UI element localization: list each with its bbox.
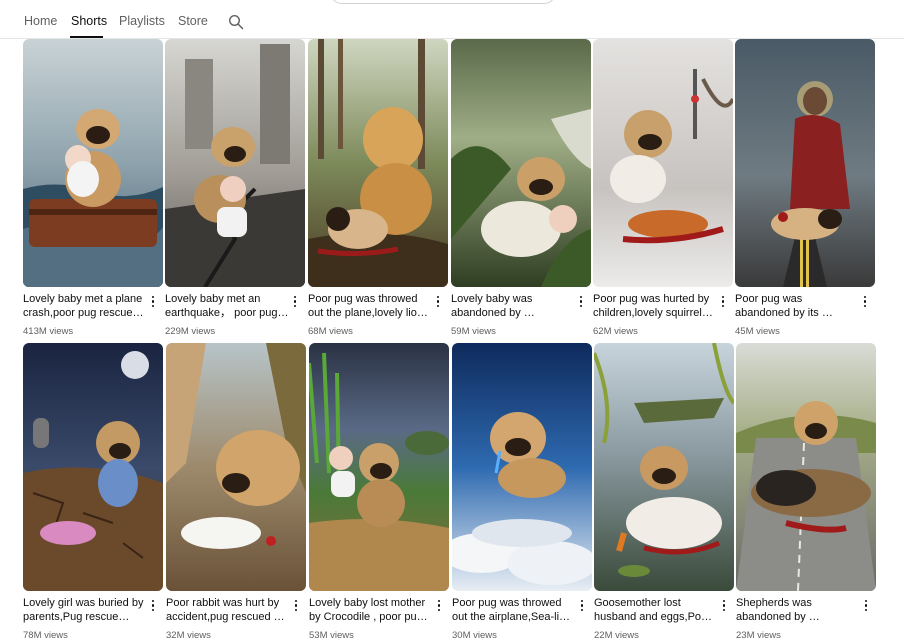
- active-tab-indicator: [70, 36, 103, 38]
- short-thumbnail[interactable]: [23, 343, 163, 591]
- short-title[interactable]: Lovely baby lost mother by Crocodile , p…: [309, 596, 433, 624]
- tab-playlists[interactable]: Playlists: [119, 14, 165, 28]
- more-options-icon[interactable]: [720, 600, 728, 614]
- short-card[interactable]: Lovely baby was abandoned by … 59M views: [451, 39, 591, 337]
- view-count: 53M views: [309, 630, 354, 641]
- more-options-icon[interactable]: [149, 600, 157, 614]
- short-title[interactable]: Lovely girl was buried by parents,Pug re…: [23, 596, 147, 624]
- short-thumbnail[interactable]: [308, 39, 448, 287]
- short-thumbnail[interactable]: [736, 343, 876, 591]
- short-card[interactable]: Lovely baby met an earthquake， poor pug……: [165, 39, 305, 337]
- short-thumbnail[interactable]: [166, 343, 306, 591]
- channel-tab-bar: Home Shorts Playlists Store: [0, 0, 904, 39]
- short-title[interactable]: Lovely baby met a plane crash,poor pug r…: [23, 292, 147, 320]
- short-title[interactable]: Goosemother lost husband and eggs,Po…: [594, 596, 718, 624]
- short-card[interactable]: Poor rabbit was hurt by accident,pug res…: [166, 343, 306, 641]
- short-thumbnail[interactable]: [451, 39, 591, 287]
- short-card[interactable]: Lovely baby lost mother by Crocodile , p…: [309, 343, 449, 641]
- short-title[interactable]: Poor rabbit was hurt by accident,pug res…: [166, 596, 290, 624]
- short-thumbnail[interactable]: [452, 343, 592, 591]
- more-options-icon[interactable]: [149, 296, 157, 310]
- view-count: 78M views: [23, 630, 68, 641]
- short-card[interactable]: Poor pug was abandoned by its … 45M view…: [735, 39, 875, 337]
- tab-home[interactable]: Home: [24, 14, 57, 28]
- short-thumbnail[interactable]: [309, 343, 449, 591]
- view-count: 413M views: [23, 326, 74, 337]
- more-options-icon[interactable]: [577, 296, 585, 310]
- tab-store[interactable]: Store: [178, 14, 208, 28]
- short-thumbnail[interactable]: [593, 39, 733, 287]
- more-options-icon[interactable]: [435, 600, 443, 614]
- short-title[interactable]: Poor pug was hurted by children,lovely s…: [593, 292, 717, 320]
- short-card[interactable]: Poor pug was hurted by children,lovely s…: [593, 39, 733, 337]
- more-options-icon[interactable]: [719, 296, 727, 310]
- tab-shorts[interactable]: Shorts: [71, 14, 107, 28]
- short-thumbnail[interactable]: [165, 39, 305, 287]
- view-count: 62M views: [593, 326, 638, 337]
- search-icon[interactable]: [228, 14, 244, 30]
- short-title[interactable]: Shepherds was abandoned by …: [736, 596, 860, 624]
- short-card[interactable]: Poor pug was throwed out the airplane,Se…: [452, 343, 592, 641]
- search-bar-edge[interactable]: [330, 0, 556, 4]
- short-card[interactable]: Lovely girl was buried by parents,Pug re…: [23, 343, 163, 641]
- view-count: 32M views: [166, 630, 211, 641]
- short-thumbnail[interactable]: [594, 343, 734, 591]
- more-options-icon[interactable]: [862, 600, 870, 614]
- short-card[interactable]: Shepherds was abandoned by … 23M views: [736, 343, 876, 641]
- short-title[interactable]: Poor pug was abandoned by its …: [735, 292, 859, 320]
- more-options-icon[interactable]: [861, 296, 869, 310]
- view-count: 30M views: [452, 630, 497, 641]
- view-count: 59M views: [451, 326, 496, 337]
- view-count: 22M views: [594, 630, 639, 641]
- short-card[interactable]: Poor pug was throwed out the plane,lovel…: [308, 39, 448, 337]
- short-thumbnail[interactable]: [735, 39, 875, 287]
- view-count: 45M views: [735, 326, 780, 337]
- short-card[interactable]: Lovely baby met a plane crash,poor pug r…: [23, 39, 163, 337]
- more-options-icon[interactable]: [434, 296, 442, 310]
- short-card[interactable]: Goosemother lost husband and eggs,Po… 22…: [594, 343, 734, 641]
- short-title[interactable]: Poor pug was throwed out the airplane,Se…: [452, 596, 576, 624]
- more-options-icon[interactable]: [292, 600, 300, 614]
- more-options-icon[interactable]: [291, 296, 299, 310]
- short-thumbnail[interactable]: [23, 39, 163, 287]
- short-title[interactable]: Lovely baby was abandoned by …: [451, 292, 575, 320]
- view-count: 68M views: [308, 326, 353, 337]
- short-title[interactable]: Lovely baby met an earthquake， poor pug…: [165, 292, 289, 320]
- more-options-icon[interactable]: [578, 600, 586, 614]
- view-count: 229M views: [165, 326, 216, 337]
- short-title[interactable]: Poor pug was throwed out the plane,lovel…: [308, 292, 432, 320]
- view-count: 23M views: [736, 630, 781, 641]
